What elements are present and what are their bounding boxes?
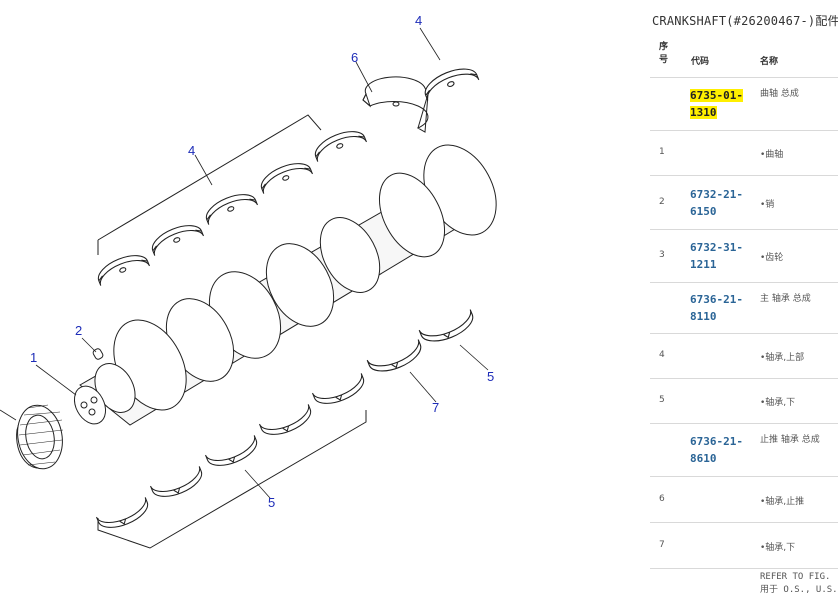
callout-lower-set: 5 <box>268 495 275 510</box>
header-name: 名称 <box>760 57 779 67</box>
row-part-code-link[interactable]: 6732-31- 1211 <box>690 239 748 273</box>
gear <box>16 404 64 470</box>
table-row[interactable]: 6 •轴承,止推 <box>650 477 838 523</box>
row-seq: 6 <box>659 494 665 504</box>
callout-upper-single: 4 <box>415 13 422 28</box>
table-row[interactable]: 7 •轴承,下 <box>650 523 838 569</box>
panel-title: CRANKSHAFT(#26200467-)配件 <box>652 14 838 28</box>
crankshaft <box>73 144 497 426</box>
row-seq: 3 <box>659 250 665 260</box>
row-part-code[interactable]: 6735-01- 1310 <box>690 89 743 119</box>
row-part-code[interactable]: 6732-21- 6150 <box>690 188 743 218</box>
callout-pin: 2 <box>75 323 82 338</box>
row-part-code-link[interactable]: 6736-21- 8610 <box>690 433 748 467</box>
row-seq: 4 <box>659 350 665 360</box>
table-row[interactable]: 6735-01- 1310 曲轴 总成 <box>650 78 838 131</box>
row-seq: 2 <box>659 197 665 207</box>
callout-thrust-top: 6 <box>351 50 358 65</box>
parts-panel: CRANKSHAFT(#26200467-)配件 序号 代码 名称 6735-0… <box>650 0 838 615</box>
row-part-name: •齿轮 <box>760 253 784 263</box>
row-part-name: •轴承,下 <box>760 398 796 408</box>
row-seq: 7 <box>659 540 665 550</box>
callout-crankshaft: 1 <box>30 350 37 365</box>
row-part-name: •轴承,上部 <box>760 353 805 363</box>
row-part-name: 主 轴承 总成 <box>760 294 811 304</box>
row-part-code-link[interactable]: 6735-01- 1310 <box>690 87 748 121</box>
row-part-name: •销 <box>760 200 775 210</box>
row-part-name: •轴承,下 <box>760 543 796 553</box>
callout-thrust-bottom: 7 <box>432 400 439 415</box>
footer-usage-text: 用于 O.S., U.S. <box>760 585 838 595</box>
row-part-code-link[interactable]: 6736-21- 8110 <box>690 291 748 325</box>
exploded-parts-diagram: 4 6 4 2 1 5 7 5 <box>0 13 497 549</box>
row-part-code[interactable]: 6732-31- 1211 <box>690 241 743 271</box>
thrust-bearing-upper <box>362 76 429 133</box>
header-code: 代码 <box>691 57 710 67</box>
row-seq: 5 <box>659 395 665 405</box>
lower-bearing-single <box>418 308 478 349</box>
row-part-name: 止推 轴承 总成 <box>760 435 820 445</box>
row-part-code[interactable]: 6736-21- 8610 <box>690 435 743 465</box>
footer-refer-text: REFER TO FIG. <box>760 572 831 582</box>
parts-table: 序号 代码 名称 6735-01- 1310 曲轴 总成 1 •曲轴 2 6732-21- 6… <box>650 34 838 569</box>
row-part-name: •轴承,止推 <box>760 497 805 507</box>
row-part-name: •曲轴 <box>760 150 784 160</box>
header-seq: 序号 <box>659 42 669 65</box>
table-body: 6735-01- 1310 曲轴 总成 1 •曲轴 2 6732-21- 6150 •销 3 673… <box>650 78 838 569</box>
row-part-code-link[interactable]: 6732-21- 6150 <box>690 186 748 220</box>
table-row[interactable]: 6736-21- 8110 主 轴承 总成 <box>650 283 838 334</box>
table-row[interactable]: 2 6732-21- 6150 •销 <box>650 176 838 230</box>
row-part-name: 曲轴 总成 <box>760 89 799 99</box>
panel-footer: REFER TO FIG. 用于 O.S., U.S. <box>760 571 838 597</box>
row-seq: 1 <box>659 147 665 157</box>
table-row[interactable]: 3 6732-31- 1211 •齿轮 <box>650 230 838 283</box>
row-part-code[interactable]: 6736-21- 8110 <box>690 293 743 323</box>
table-row[interactable]: 6736-21- 8610 止推 轴承 总成 <box>650 424 838 477</box>
callout-lower-right: 5 <box>487 369 494 384</box>
table-row[interactable]: 1 •曲轴 <box>650 131 838 176</box>
upper-bearing-single <box>420 61 480 102</box>
callout-upper-set: 4 <box>188 143 195 158</box>
table-row[interactable]: 5 •轴承,下 <box>650 379 838 424</box>
thrust-bearing-lower <box>366 338 426 379</box>
table-header: 序号 代码 名称 <box>650 34 838 78</box>
table-row[interactable]: 4 •轴承,上部 <box>650 334 838 379</box>
